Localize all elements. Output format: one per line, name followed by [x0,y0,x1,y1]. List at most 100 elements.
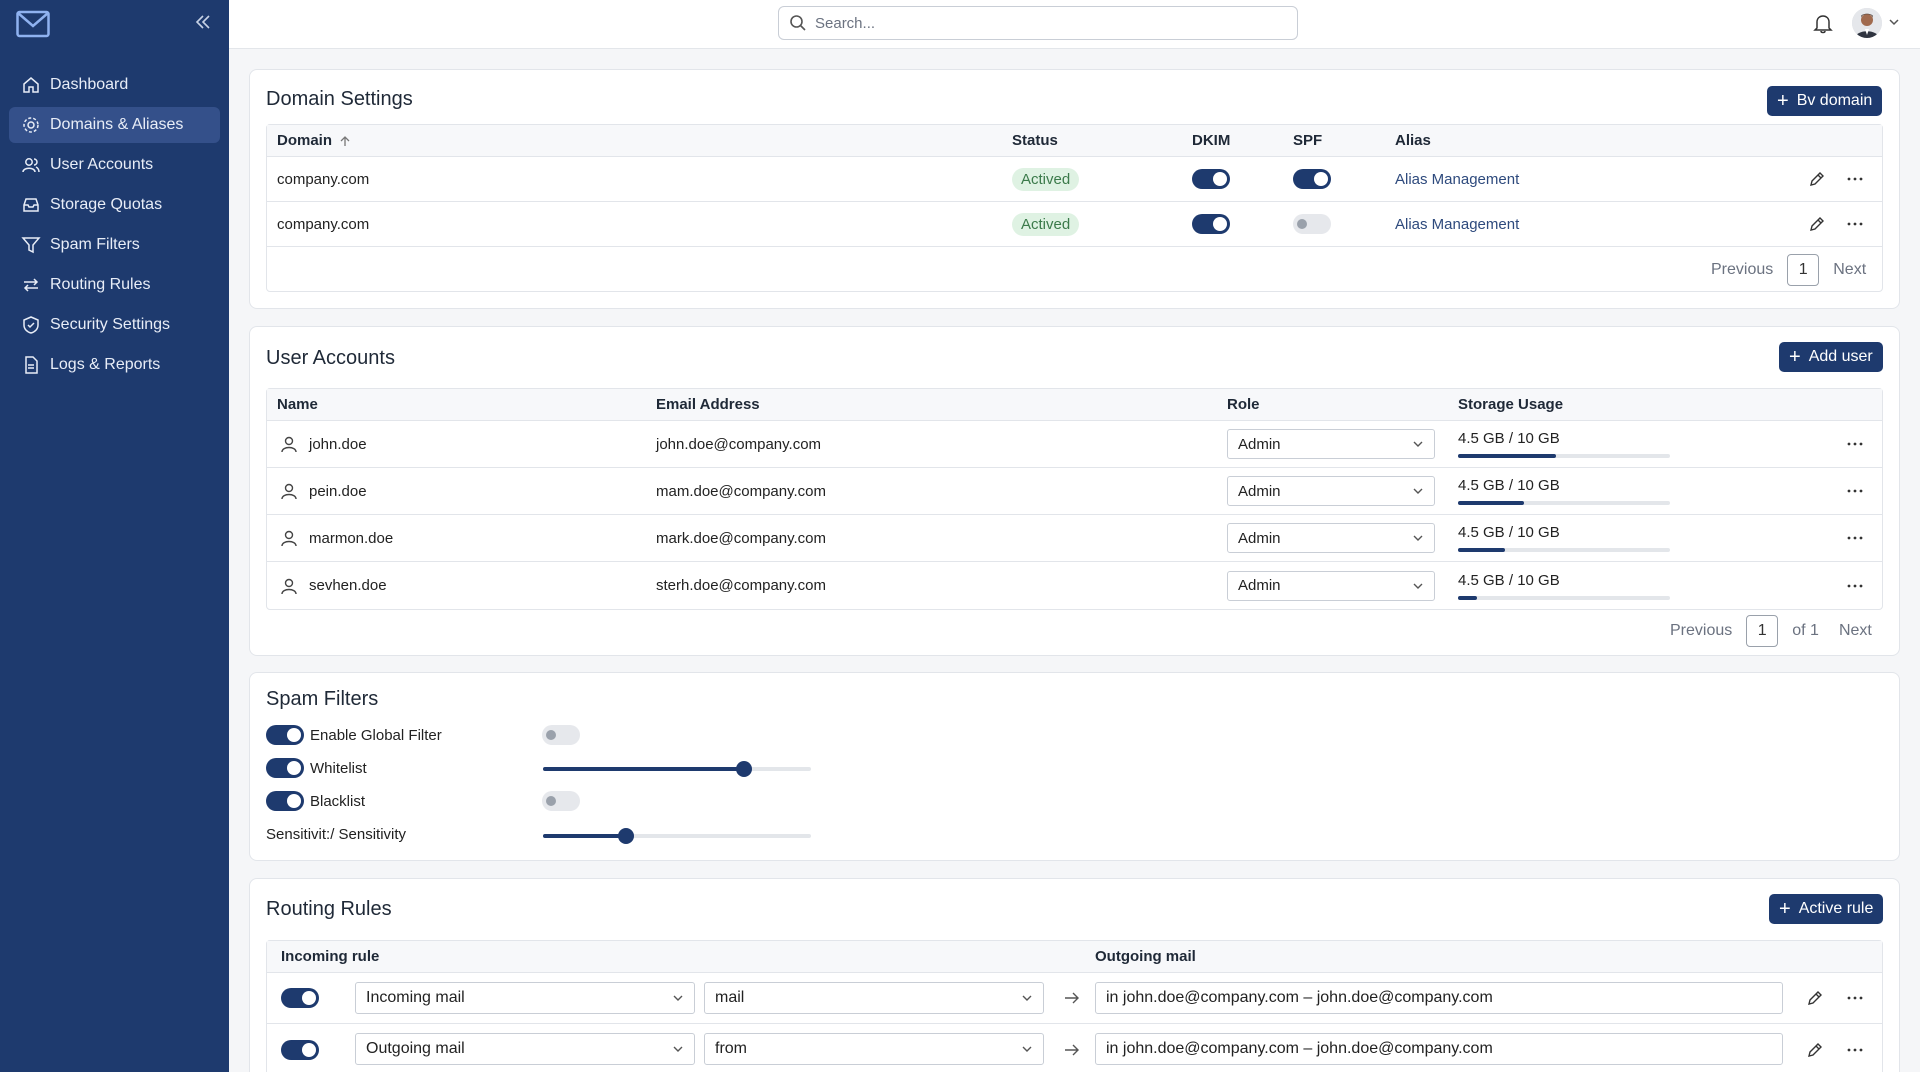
sidebar-item-spam[interactable]: Spam Filters [9,227,220,263]
table-header: Domain Status DKIM SPF Alias [267,125,1882,157]
more-options-icon[interactable] [1845,988,1865,1008]
table-row: pein.doe mam.doe@company.com Admin 4.5 GB /… [267,468,1882,515]
next-page-button[interactable]: Next [1839,622,1872,640]
more-options-icon[interactable] [1845,528,1865,548]
rule-target-input[interactable]: in john.doe@company.com – john.doe@compa… [1095,982,1783,1014]
sort-arrow-up-icon [340,135,350,146]
table-row: marmon.doe mark.doe@company.com Admin 4.5 G… [267,515,1882,562]
filter-icon [21,237,41,254]
top-bar [229,0,1920,49]
sidebar-item-domains[interactable]: Domains & Aliases [9,107,220,143]
more-options-icon[interactable] [1845,214,1865,234]
chevron-down-icon [1413,441,1423,447]
chevron-down-icon [1413,488,1423,494]
edit-pencil-icon[interactable] [1807,214,1827,234]
sidebar-item-dashboard[interactable]: Dashboard [9,67,220,103]
rule-target-input[interactable]: in john.doe@company.com – john.doe@compa… [1095,1033,1783,1065]
rule-type-select[interactable]: Outgoing mail [355,1033,695,1065]
section-title: Domain Settings [266,88,413,110]
chevron-down-icon[interactable] [1888,16,1900,28]
chevron-down-icon [1022,1046,1032,1052]
mail-logo-icon[interactable] [16,10,50,38]
blacklist-toggle[interactable] [266,791,304,811]
sidebar: Dashboard Domains & Aliases User Account… [0,0,229,1072]
rule-field-select[interactable]: mail [704,982,1044,1014]
domains-pagination: Previous 1 Next [1711,254,1866,286]
column-header-domain[interactable]: Domain [277,125,352,156]
edit-pencil-icon[interactable] [1805,1040,1825,1060]
table-row: company.com Actived Alias Management [267,202,1882,247]
edit-pencil-icon[interactable] [1805,988,1825,1008]
user-avatar[interactable] [1852,8,1882,38]
role-select[interactable]: Admin [1227,476,1435,506]
column-header-alias: Alias [1395,132,1431,149]
next-page-button[interactable]: Next [1833,261,1866,279]
storage-usage-text: 4.5 GB / 10 GB [1458,430,1560,447]
home-icon [23,77,39,93]
notification-bell-icon[interactable] [1812,12,1834,34]
slider-handle[interactable] [736,761,752,777]
users-table: Name Email Address Role Storage Usage jo… [266,388,1883,610]
role-select[interactable]: Admin [1227,429,1435,459]
domains-table: Domain Status DKIM SPF Alias company.com… [266,124,1883,292]
sidebar-item-routing[interactable]: Routing Rules [9,267,220,303]
rule-enabled-toggle[interactable] [281,988,319,1008]
sidebar-item-logs[interactable]: Logs & Reports [9,347,220,383]
search-box[interactable] [778,6,1298,40]
global-filter-secondary-toggle[interactable] [542,725,580,745]
more-options-icon[interactable] [1845,434,1865,454]
more-options-icon[interactable] [1845,169,1865,189]
user-icon [281,436,297,453]
column-header-email: Email Address [656,396,760,413]
previous-page-button[interactable]: Previous [1670,622,1732,640]
blacklist-secondary-toggle[interactable] [542,791,580,811]
sensitivity-slider[interactable] [543,828,811,844]
more-options-icon[interactable] [1845,481,1865,501]
plus-icon: + [1779,898,1791,920]
sidebar-item-security[interactable]: Security Settings [9,307,220,343]
avatar-person-icon [1852,8,1882,38]
slider-fill [543,834,627,838]
role-value: Admin [1238,435,1281,453]
add-user-button[interactable]: + Add user [1779,342,1883,372]
user-name: john.doe [309,435,367,453]
storage-usage-fill [1458,454,1556,458]
document-icon [25,356,38,374]
edit-pencil-icon[interactable] [1807,169,1827,189]
rule-type-select[interactable]: Incoming mail [355,982,695,1014]
table-row: company.com Actived Alias Management [267,157,1882,202]
sidebar-item-users[interactable]: User Accounts [9,147,220,183]
sidebar-item-label: Domains & Aliases [50,116,184,133]
role-select[interactable]: Admin [1227,523,1435,553]
role-select[interactable]: Admin [1227,570,1435,601]
collapse-sidebar-icon[interactable] [194,13,212,31]
add-rule-button[interactable]: + Active rule [1769,894,1884,924]
previous-page-button[interactable]: Previous [1711,261,1773,279]
column-header-name: Name [277,396,318,413]
add-domain-button[interactable]: + Bv domain [1767,86,1883,116]
sidebar-item-storage[interactable]: Storage Quotas [9,187,220,223]
spf-toggle[interactable] [1293,169,1331,189]
rule-field-select[interactable]: from [704,1033,1044,1065]
search-input[interactable] [815,14,1255,32]
dkim-toggle[interactable] [1192,214,1230,234]
alias-management-link[interactable]: Alias Management [1395,171,1519,188]
more-options-icon[interactable] [1845,576,1865,596]
table-header: Incoming rule Outgoing mail [267,941,1882,973]
alias-management-link[interactable]: Alias Management [1395,216,1519,233]
dkim-toggle[interactable] [1192,169,1230,189]
whitelist-slider[interactable] [543,761,811,777]
shield-icon [23,316,39,334]
spf-toggle[interactable] [1293,214,1331,234]
whitelist-toggle[interactable] [266,758,304,778]
rule-enabled-toggle[interactable] [281,1039,319,1060]
users-icon [22,158,40,173]
arrows-icon [23,278,39,292]
more-options-icon[interactable] [1845,1040,1865,1060]
column-header-status: Status [1012,132,1058,149]
slider-handle[interactable] [618,828,635,844]
page-number[interactable]: 1 [1746,615,1779,647]
global-filter-toggle[interactable] [266,725,304,745]
page-number[interactable]: 1 [1787,254,1820,286]
section-title: Routing Rules [266,898,392,920]
